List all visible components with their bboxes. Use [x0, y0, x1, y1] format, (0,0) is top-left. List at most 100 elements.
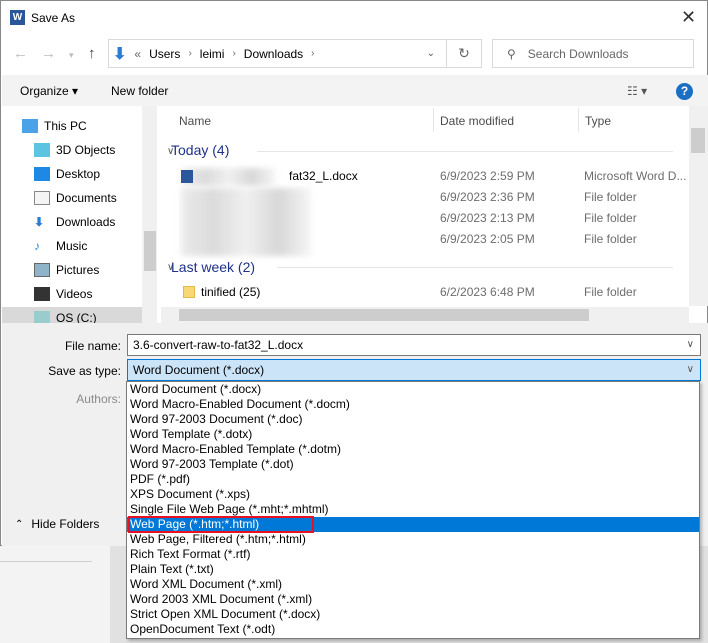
- type-option[interactable]: Word Macro-Enabled Template (*.dotm): [127, 442, 699, 457]
- file-type: File folder: [584, 190, 637, 204]
- file-row[interactable]: 6/9/2023 2:05 PM File folder: [161, 229, 689, 250]
- save-as-type-select[interactable]: Word Document (*.docx) ∨: [127, 359, 701, 381]
- nav-scrollbar[interactable]: [142, 106, 157, 323]
- column-date-modified[interactable]: Date modified: [440, 114, 514, 128]
- type-option-label: OpenDocument Text (*.odt): [130, 622, 276, 636]
- type-option[interactable]: Web Page (*.htm;*.html): [127, 516, 699, 533]
- type-option[interactable]: XPS Document (*.xps): [127, 487, 699, 502]
- type-option[interactable]: Word Macro-Enabled Document (*.docm): [127, 397, 699, 412]
- column-divider[interactable]: [578, 108, 579, 132]
- type-option[interactable]: Word XML Document (*.xml): [127, 577, 699, 592]
- vertical-scrollbar-thumb[interactable]: [691, 128, 705, 153]
- videos-icon: [34, 287, 50, 301]
- up-button[interactable]: ↑: [88, 45, 96, 62]
- type-option[interactable]: Word Template (*.dotx): [127, 427, 699, 442]
- type-option-label: Web Page, Filtered (*.htm;*.html): [130, 532, 306, 546]
- breadcrumb-users[interactable]: Users: [149, 47, 180, 61]
- desktop-icon: [34, 167, 50, 181]
- type-option[interactable]: Web Page, Filtered (*.htm;*.html): [127, 532, 699, 547]
- search-input[interactable]: ⚲ Search Downloads: [492, 39, 694, 68]
- address-bar[interactable]: ⬇ « Users › leimi › Downloads › ⌄: [108, 39, 482, 68]
- type-option[interactable]: Word 97-2003 Document (*.doc): [127, 412, 699, 427]
- nav-scrollbar-thumb[interactable]: [144, 231, 156, 271]
- type-option[interactable]: Word Document (*.docx): [127, 382, 699, 397]
- type-option[interactable]: Word 2003 XML Document (*.xml): [127, 592, 699, 607]
- type-option-label: Word 97-2003 Template (*.dot): [130, 457, 294, 471]
- type-option[interactable]: Strict Open XML Document (*.docx): [127, 607, 699, 622]
- type-option[interactable]: Single File Web Page (*.mht;*.mhtml): [127, 502, 699, 517]
- close-button[interactable]: ✕: [681, 7, 696, 28]
- file-row[interactable]: fat32_L.docx 6/9/2023 2:59 PM Microsoft …: [161, 166, 689, 187]
- breadcrumb-leimi[interactable]: leimi: [200, 47, 225, 61]
- nav-label: This PC: [44, 119, 87, 133]
- file-date: 6/9/2023 2:13 PM: [440, 211, 535, 225]
- refresh-button[interactable]: ↻: [446, 39, 482, 68]
- drive-icon: [34, 311, 50, 323]
- search-icon: ⚲: [507, 46, 516, 61]
- nav-item-documents[interactable]: Documents: [34, 187, 117, 209]
- music-icon: ♪: [34, 239, 40, 253]
- word-icon: W: [10, 10, 25, 25]
- file-row[interactable]: tinified (25) 6/2/2023 6:48 PM File fold…: [161, 282, 689, 303]
- file-name: tinified (25): [201, 285, 261, 299]
- type-option-label: XPS Document (*.xps): [130, 487, 251, 501]
- type-option-label: Word Document (*.docx): [130, 382, 262, 396]
- type-option-label: Word 2003 XML Document (*.xml): [130, 592, 313, 606]
- chevron-down-icon[interactable]: ∨: [687, 360, 694, 380]
- save-as-type-label: Save as type:: [48, 364, 121, 378]
- nav-label: Videos: [56, 287, 93, 301]
- type-option-label: Single File Web Page (*.mht;*.mhtml): [130, 502, 329, 516]
- type-option[interactable]: Word 97-2003 Template (*.dot): [127, 457, 699, 472]
- back-button[interactable]: ←: [13, 45, 28, 62]
- nav-label: Documents: [56, 191, 117, 205]
- type-option[interactable]: Rich Text Format (*.rtf): [127, 547, 699, 562]
- nav-item-this-pc[interactable]: This PC: [22, 115, 87, 137]
- new-folder-button[interactable]: New folder: [111, 84, 168, 98]
- nav-item-pictures[interactable]: Pictures: [34, 259, 99, 281]
- recent-locations-button[interactable]: ▾: [69, 50, 74, 61]
- type-option-label: Word 97-2003 Document (*.doc): [130, 412, 303, 426]
- type-option[interactable]: PDF (*.pdf): [127, 472, 699, 487]
- column-name[interactable]: Name: [179, 114, 211, 128]
- nav-item-videos[interactable]: Videos: [34, 283, 92, 305]
- file-date: 6/9/2023 2:05 PM: [440, 232, 535, 246]
- forward-button[interactable]: →: [41, 45, 56, 62]
- documents-icon: [34, 191, 50, 205]
- background-panel: [0, 545, 110, 643]
- download-icon: ⬇: [113, 45, 127, 63]
- organize-button[interactable]: Organize ▾: [20, 84, 78, 98]
- chevron-down-icon[interactable]: ∨: [687, 335, 694, 355]
- type-option[interactable]: Plain Text (*.txt): [127, 562, 699, 577]
- nav-item-3d-objects[interactable]: 3D Objects: [34, 139, 115, 161]
- group-header-today[interactable]: Today (4): [171, 142, 229, 158]
- file-name-input[interactable]: 3.6-convert-raw-to-fat32_L.docx ∨: [127, 334, 701, 356]
- file-row[interactable]: 6/9/2023 2:13 PM File folder: [161, 208, 689, 229]
- nav-item-desktop[interactable]: Desktop: [34, 163, 100, 185]
- breadcrumb-downloads[interactable]: Downloads: [244, 47, 303, 61]
- folder-icon: [183, 286, 195, 298]
- file-type: Microsoft Word D...: [584, 169, 687, 183]
- column-divider[interactable]: [433, 108, 434, 132]
- pictures-icon: [34, 263, 50, 277]
- nav-label: 3D Objects: [56, 143, 116, 157]
- horizontal-scrollbar-thumb[interactable]: [179, 309, 589, 321]
- cube-icon: [34, 143, 50, 157]
- download-icon: ⬇: [34, 215, 45, 229]
- column-type[interactable]: Type: [585, 114, 611, 128]
- view-options-button[interactable]: ☷ ▾: [627, 84, 647, 98]
- nav-item-os-c[interactable]: OS (C:): [2, 307, 142, 323]
- hide-folders-label: Hide Folders: [31, 517, 100, 531]
- nav-item-downloads[interactable]: ⬇ Downloads: [34, 211, 115, 233]
- file-row[interactable]: 6/9/2023 2:36 PM File folder: [161, 187, 689, 208]
- nav-item-music[interactable]: ♪ Music: [34, 235, 87, 257]
- help-button[interactable]: ?: [676, 83, 693, 100]
- breadcrumb-overflow[interactable]: «: [134, 47, 141, 61]
- nav-label: Desktop: [56, 167, 101, 181]
- address-dropdown-icon[interactable]: ⌄: [427, 48, 435, 59]
- dialog-title: Save As: [31, 11, 76, 25]
- file-date: 6/9/2023 2:36 PM: [440, 190, 535, 204]
- background-divider: [0, 561, 92, 562]
- type-option[interactable]: OpenDocument Text (*.odt): [127, 622, 699, 637]
- hide-folders-button[interactable]: ⌃ Hide Folders: [15, 517, 99, 531]
- group-header-last-week[interactable]: Last week (2): [171, 259, 255, 275]
